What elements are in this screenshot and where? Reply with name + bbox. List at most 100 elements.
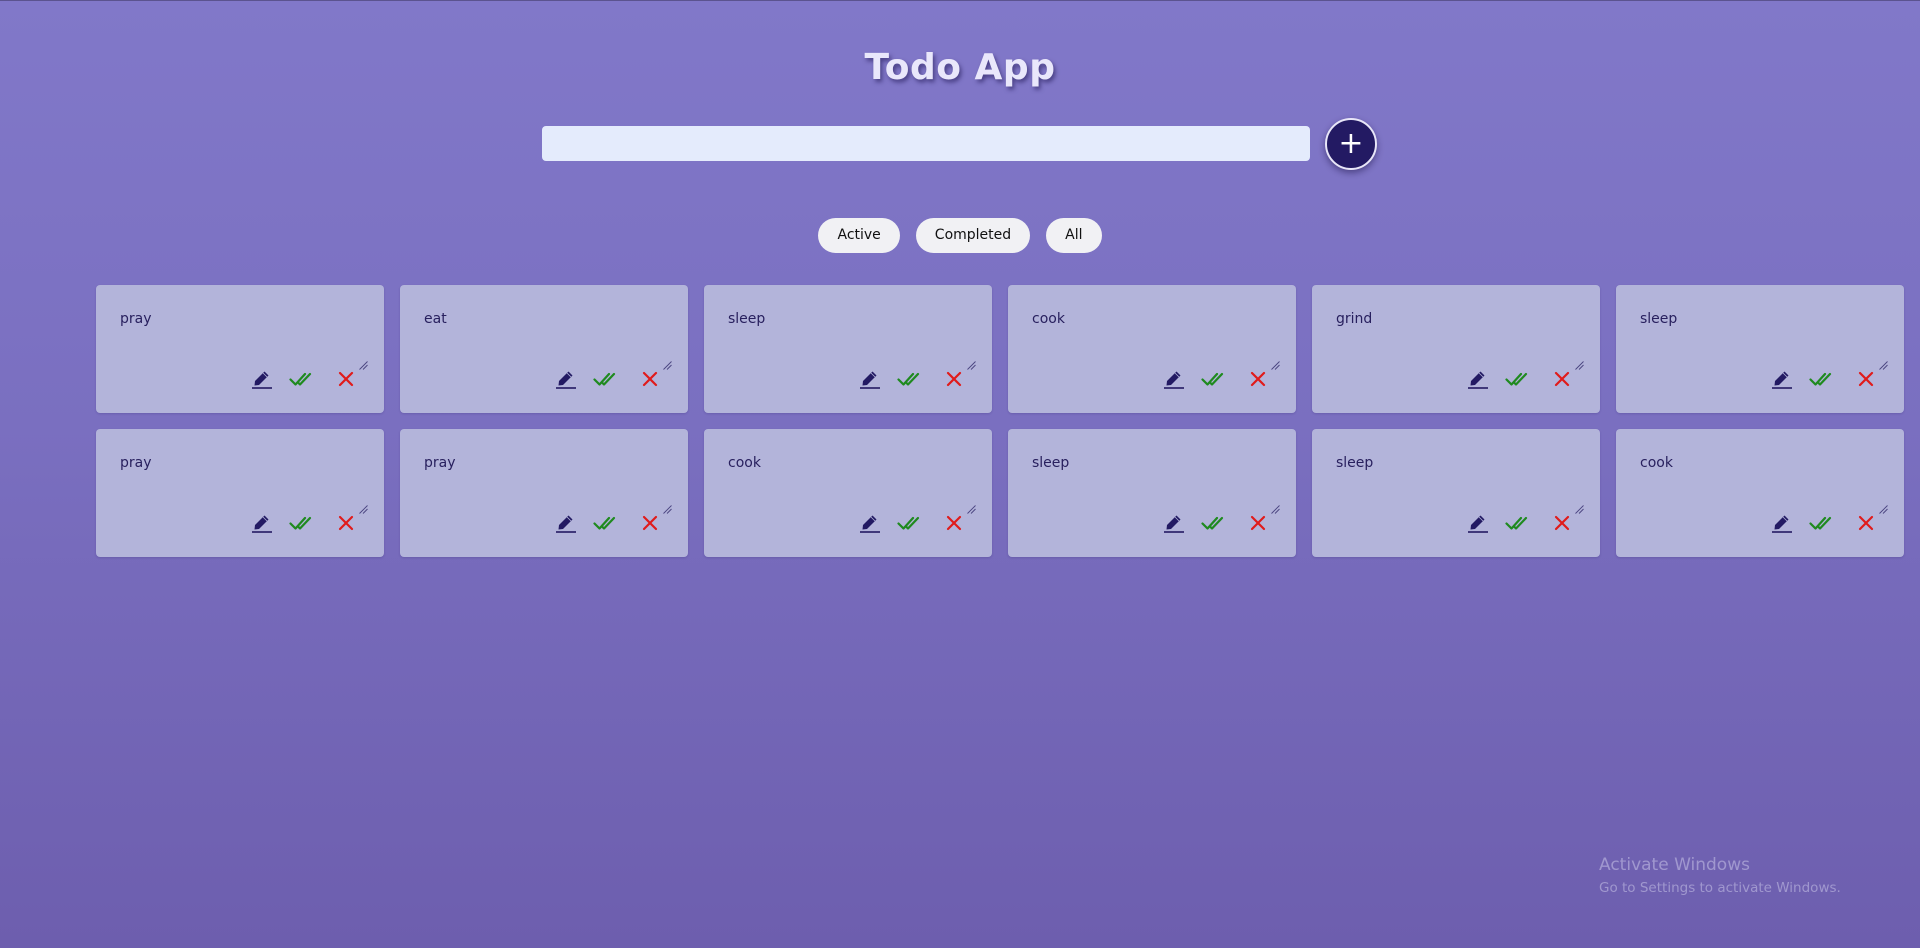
- delete-todo-button[interactable]: [335, 513, 357, 533]
- resize-grip-icon[interactable]: [359, 501, 368, 514]
- close-icon: [1250, 515, 1266, 531]
- pencil-icon: [1772, 371, 1792, 389]
- pencil-icon: [1772, 515, 1792, 533]
- todo-text: sleep: [728, 311, 766, 327]
- delete-todo-button[interactable]: [1551, 513, 1573, 533]
- edit-todo-button[interactable]: [251, 513, 273, 533]
- pencil-icon: [556, 371, 576, 389]
- delete-todo-button[interactable]: [1855, 369, 1877, 389]
- close-icon: [338, 515, 354, 531]
- todo-grid: pray eat sleep cook grind sleep pray pray cook sl…: [96, 285, 1904, 557]
- complete-todo-button[interactable]: [1505, 369, 1531, 389]
- complete-todo-button[interactable]: [289, 369, 315, 389]
- edit-todo-button[interactable]: [1771, 369, 1793, 389]
- delete-todo-button[interactable]: [639, 513, 661, 533]
- edit-todo-button[interactable]: [555, 369, 577, 389]
- edit-todo-button[interactable]: [1163, 369, 1185, 389]
- todo-card: sleep: [1616, 285, 1904, 413]
- todo-text: pray: [120, 455, 152, 471]
- close-icon: [1554, 515, 1570, 531]
- double-check-icon: [897, 516, 920, 530]
- close-icon: [1858, 371, 1874, 387]
- pencil-icon: [1468, 515, 1488, 533]
- delete-todo-button[interactable]: [1247, 369, 1269, 389]
- delete-todo-button[interactable]: [639, 369, 661, 389]
- edit-todo-button[interactable]: [1771, 513, 1793, 533]
- resize-grip-icon[interactable]: [1271, 357, 1280, 370]
- resize-grip-icon[interactable]: [663, 501, 672, 514]
- resize-grip-icon[interactable]: [1271, 501, 1280, 514]
- todo-text: sleep: [1032, 455, 1070, 471]
- complete-todo-button[interactable]: [897, 513, 923, 533]
- complete-todo-button[interactable]: [1201, 369, 1227, 389]
- todo-text: sleep: [1640, 311, 1678, 327]
- close-icon: [1858, 515, 1874, 531]
- windows-activation-watermark: Activate Windows Go to Settings to activ…: [1599, 855, 1841, 896]
- complete-todo-button[interactable]: [593, 369, 619, 389]
- watermark-title: Activate Windows: [1599, 855, 1750, 875]
- todo-card: pray: [96, 429, 384, 557]
- resize-grip-icon[interactable]: [1879, 501, 1888, 514]
- delete-todo-button[interactable]: [335, 369, 357, 389]
- edit-todo-button[interactable]: [1163, 513, 1185, 533]
- close-icon: [946, 371, 962, 387]
- resize-grip-icon[interactable]: [1879, 357, 1888, 370]
- edit-todo-button[interactable]: [859, 369, 881, 389]
- todo-card: pray: [400, 429, 688, 557]
- edit-todo-button[interactable]: [555, 513, 577, 533]
- complete-todo-button[interactable]: [1809, 369, 1835, 389]
- double-check-icon: [593, 372, 616, 386]
- todo-text: eat: [424, 311, 447, 327]
- delete-todo-button[interactable]: [1551, 369, 1573, 389]
- complete-todo-button[interactable]: [1809, 513, 1835, 533]
- delete-todo-button[interactable]: [1247, 513, 1269, 533]
- complete-todo-button[interactable]: [1201, 513, 1227, 533]
- double-check-icon: [1201, 516, 1224, 530]
- resize-grip-icon[interactable]: [663, 357, 672, 370]
- todo-text: cook: [1032, 311, 1065, 327]
- todo-card: sleep: [1008, 429, 1296, 557]
- todo-card: sleep: [704, 285, 992, 413]
- double-check-icon: [1809, 516, 1832, 530]
- todo-card: grind: [1312, 285, 1600, 413]
- resize-grip-icon[interactable]: [1575, 357, 1584, 370]
- double-check-icon: [1809, 372, 1832, 386]
- complete-todo-button[interactable]: [1505, 513, 1531, 533]
- delete-todo-button[interactable]: [1855, 513, 1877, 533]
- close-icon: [642, 371, 658, 387]
- complete-todo-button[interactable]: [593, 513, 619, 533]
- close-icon: [1250, 371, 1266, 387]
- resize-grip-icon[interactable]: [359, 357, 368, 370]
- todo-card: pray: [96, 285, 384, 413]
- todo-input[interactable]: [542, 126, 1310, 161]
- double-check-icon: [897, 372, 920, 386]
- delete-todo-button[interactable]: [943, 369, 965, 389]
- app-title: Todo App: [864, 47, 1056, 88]
- pencil-icon: [1468, 371, 1488, 389]
- double-check-icon: [1505, 516, 1528, 530]
- todo-card: sleep: [1312, 429, 1600, 557]
- resize-grip-icon[interactable]: [967, 357, 976, 370]
- resize-grip-icon[interactable]: [967, 501, 976, 514]
- resize-grip-icon[interactable]: [1575, 501, 1584, 514]
- double-check-icon: [1201, 372, 1224, 386]
- todo-text: sleep: [1336, 455, 1374, 471]
- add-todo-button[interactable]: +: [1325, 118, 1377, 170]
- filter-active-button[interactable]: Active: [818, 218, 900, 253]
- double-check-icon: [289, 516, 312, 530]
- filter-completed-button[interactable]: Completed: [915, 218, 1031, 253]
- pencil-icon: [252, 515, 272, 533]
- edit-todo-button[interactable]: [859, 513, 881, 533]
- edit-todo-button[interactable]: [1467, 513, 1489, 533]
- delete-todo-button[interactable]: [943, 513, 965, 533]
- double-check-icon: [593, 516, 616, 530]
- edit-todo-button[interactable]: [251, 369, 273, 389]
- close-icon: [338, 371, 354, 387]
- pencil-icon: [1164, 515, 1184, 533]
- pencil-icon: [860, 371, 880, 389]
- complete-todo-button[interactable]: [897, 369, 923, 389]
- filter-all-button[interactable]: All: [1046, 218, 1102, 253]
- complete-todo-button[interactable]: [289, 513, 315, 533]
- todo-card: eat: [400, 285, 688, 413]
- edit-todo-button[interactable]: [1467, 369, 1489, 389]
